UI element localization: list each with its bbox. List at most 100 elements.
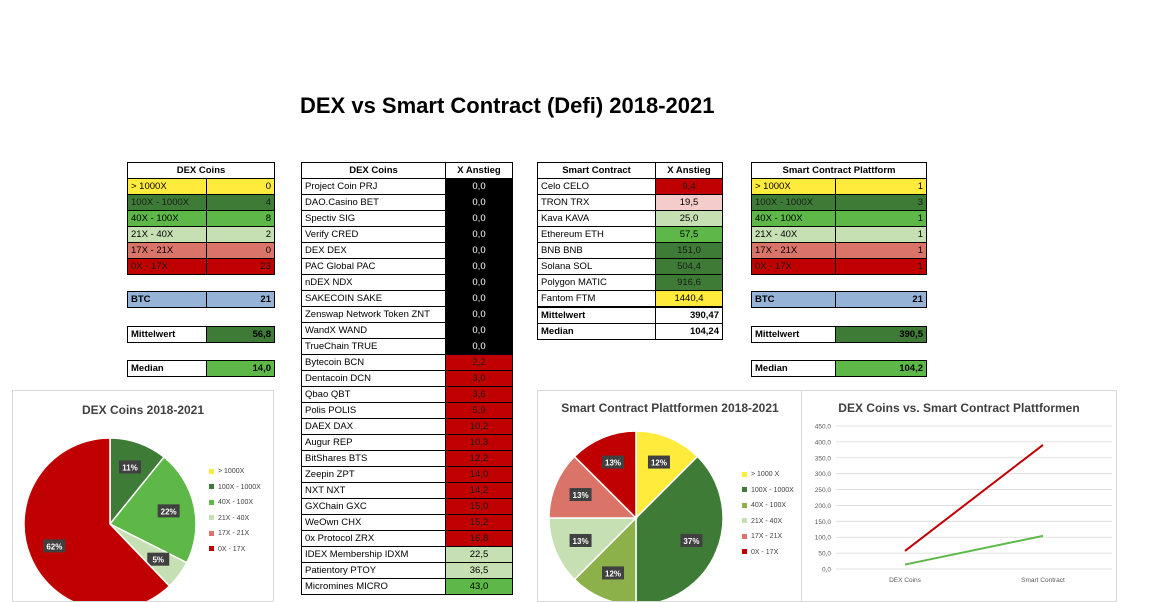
dex-coin-value: 22,5 xyxy=(445,546,513,563)
sc-summary-range-label: 100X - 1000X xyxy=(751,194,836,211)
table-row: 40X - 100X 8 xyxy=(127,210,275,227)
sc-coin-name: Polygon MATIC xyxy=(537,274,656,291)
dex-coin-value: 5,9 xyxy=(445,402,513,419)
table-row: Patientory PTOY 36,5 xyxy=(301,562,513,579)
dex-coin-name: DEX DEX xyxy=(301,242,446,259)
legend-swatch xyxy=(742,471,747,477)
y-tick-label: 0,0 xyxy=(822,567,831,574)
dex-summary-range-count: 0 xyxy=(206,242,275,259)
table-row: 0X - 17X 23 xyxy=(127,258,275,275)
svg-text:11%: 11% xyxy=(122,463,138,472)
smart-contract-table: Smart Contract X Anstieg Celo CELO 9,4 TRO… xyxy=(537,162,723,340)
dex-coin-name: NXT NXT xyxy=(301,482,446,499)
dex-coin-value: 36,5 xyxy=(445,562,513,579)
dex-coin-value: 14,2 xyxy=(445,482,513,499)
table-row: 17X - 21X 1 xyxy=(751,242,927,259)
table-row: 0X - 17X 1 xyxy=(751,258,927,275)
legend-label: 17X - 21X xyxy=(218,530,250,537)
dex-col-value-header: X Anstieg xyxy=(445,162,513,179)
mean-label: Mittelwert xyxy=(127,326,207,343)
dex-summary-range-label: > 1000X xyxy=(127,178,207,195)
svg-text:12%: 12% xyxy=(651,459,667,468)
dex-coin-value: 0,0 xyxy=(445,306,513,323)
dex-pie-svg: 11% 22% 5% 62% xyxy=(23,437,197,601)
legend-label: 17X - 21X xyxy=(751,533,783,540)
sc-pie-legend: > 1000 X 100X - 1000X 40X - 100X 21X - 40X 1… xyxy=(742,467,794,560)
table-row: DAEX DAX 10,2 xyxy=(301,418,513,435)
dex-coin-name: SAKECOIN SAKE xyxy=(301,290,446,307)
dex-summary-range-label: 40X - 100X xyxy=(127,210,207,227)
dex-coin-value: 0,0 xyxy=(445,226,513,243)
dex-coin-name: DAO.Casino BET xyxy=(301,194,446,211)
table-row: Polygon MATIC 916,6 xyxy=(537,274,723,291)
sc-col-name-header: Smart Contract xyxy=(537,162,656,179)
dex-coin-value: 10,2 xyxy=(445,418,513,435)
sc-median-label: Median xyxy=(537,323,656,340)
sc-coin-name: BNB BNB xyxy=(537,242,656,259)
dex-coin-value: 0,0 xyxy=(445,194,513,211)
table-row: 40X - 100X 1 xyxy=(751,210,927,227)
sc-sum-mean-label: Mittelwert xyxy=(751,326,836,343)
dex-coin-name: Bytecoin BCN xyxy=(301,354,446,371)
sc-coin-name: TRON TRX xyxy=(537,194,656,211)
dex-coin-name: Verify CRED xyxy=(301,226,446,243)
table-row: Bytecoin BCN 2,2 xyxy=(301,354,513,371)
dex-coin-name: TrueChain TRUE xyxy=(301,338,446,355)
dex-mean-row: Mittelwert 56,8 xyxy=(127,326,275,343)
legend-label: > 1000 X xyxy=(751,471,780,478)
table-row: > 1000X 0 xyxy=(127,178,275,195)
table-row: IDEX Membership IDXM 22,5 xyxy=(301,546,513,563)
dex-coin-name: Zeepin ZPT xyxy=(301,466,446,483)
table-row: SAKECOIN SAKE 0,0 xyxy=(301,290,513,307)
table-row: > 1000X 1 xyxy=(751,178,927,195)
dex-coin-value: 3,0 xyxy=(445,370,513,387)
dex-coin-value: 16,8 xyxy=(445,530,513,547)
pie-data-label: 62% xyxy=(43,539,66,553)
legend-swatch xyxy=(209,530,214,536)
y-tick-label: 200,0 xyxy=(815,503,832,510)
dex-summary-range-count: 4 xyxy=(206,194,275,211)
sc-summary-range-count: 1 xyxy=(835,178,927,195)
sc-summary-range-label: 0X - 17X xyxy=(751,258,836,275)
sc-coin-value: 25,0 xyxy=(655,210,723,227)
dex-coin-name: Zenswap Network Token ZNT xyxy=(301,306,446,323)
sc-coin-value: 916,6 xyxy=(655,274,723,291)
pie-data-label: 13% xyxy=(569,488,592,502)
dex-coin-name: Polis POLIS xyxy=(301,402,446,419)
table-row: TRON TRX 19,5 xyxy=(537,194,723,211)
legend-swatch xyxy=(742,487,747,493)
pie-data-label: 37% xyxy=(680,533,703,547)
dex-summary-range-label: 100X - 1000X xyxy=(127,194,207,211)
table-row: Verify CRED 0,0 xyxy=(301,226,513,243)
sc-summary-range-count: 1 xyxy=(835,210,927,227)
sc-coin-name: Celo CELO xyxy=(537,178,656,195)
svg-text:22%: 22% xyxy=(161,507,177,516)
y-tick-label: 100,0 xyxy=(815,535,832,542)
dex-coin-name: WandX WAND xyxy=(301,322,446,339)
dex-coin-name: WeOwn CHX xyxy=(301,514,446,531)
sc-summary-table: Smart Contract Plattform > 1000X 1 100X - 1… xyxy=(751,162,927,275)
comparison-line-chart: DEX Coins vs. Smart Contract Plattformen… xyxy=(801,390,1117,602)
dex-summary-range-count: 0 xyxy=(206,178,275,195)
dex-coin-value: 0,0 xyxy=(445,322,513,339)
legend-item: 17X - 21X xyxy=(742,529,794,545)
dex-median-row: Median 14,0 xyxy=(127,360,275,377)
dex-coin-value: 15,2 xyxy=(445,514,513,531)
legend-item: 40X - 100X xyxy=(742,498,794,514)
sc-btc-value: 21 xyxy=(835,291,927,308)
legend-label: 100X - 1000X xyxy=(218,483,261,491)
sc-mean-value: 390,47 xyxy=(655,306,723,324)
pie-data-label: 13% xyxy=(569,533,592,547)
sc-mean-row: Mittelwert 390,5 xyxy=(751,326,927,343)
table-row: Project Coin PRJ 0,0 xyxy=(301,178,513,195)
line-chart-svg: 0,0 50,0 100,0 150,0 200,0 250,0 300,0 350,0 400… xyxy=(815,424,1112,584)
dex-summary-range-label: 0X - 17X xyxy=(127,258,207,275)
sc-coin-value: 504,4 xyxy=(655,258,723,275)
table-row: nDEX NDX 0,0 xyxy=(301,274,513,291)
table-row: Polis POLIS 5,9 xyxy=(301,402,513,419)
btc-label: BTC xyxy=(127,291,207,308)
table-row: 21X - 40X 1 xyxy=(751,226,927,243)
legend-swatch xyxy=(742,502,747,508)
dex-coin-value: 0,0 xyxy=(445,274,513,291)
sc-summary-range-label: 40X - 100X xyxy=(751,210,836,227)
